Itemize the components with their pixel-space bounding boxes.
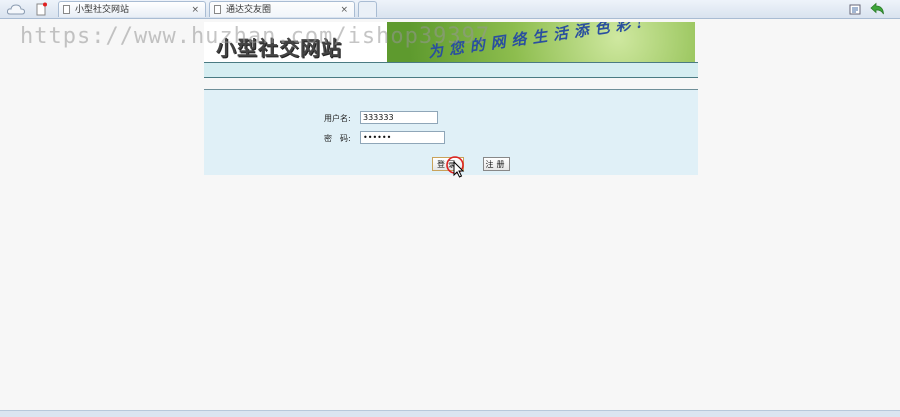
password-label: 密 码: [324,134,351,143]
document-icon [214,5,221,14]
new-tab-button[interactable] [358,1,377,17]
back-arrow-icon[interactable] [869,2,885,16]
cloud-home-icon[interactable] [6,2,26,16]
close-tab-button[interactable]: × [340,2,348,18]
tab-friend-circle[interactable]: 通达交友圈 × [209,1,355,17]
close-tab-button[interactable]: × [191,2,199,18]
tab-social-site[interactable]: 小型社交网站 × [58,1,206,17]
tab-title: 通达交友圈 [226,5,272,15]
register-button[interactable]: 注册 [483,157,510,171]
username-input[interactable] [360,111,438,124]
document-icon [63,5,70,14]
page-tools-icon[interactable] [848,2,862,16]
nav-strip [204,62,698,78]
watermark-text: https://www.huzhan.com/ishop39397 [20,24,491,49]
sidebar-icon[interactable] [34,2,48,16]
browser-tab-bar: 小型社交网站 × 通达交友圈 × [0,0,900,19]
password-input[interactable] [360,131,445,144]
username-label: 用户名: [324,114,351,123]
tab-title: 小型社交网站 [75,5,130,15]
mouse-cursor-icon [446,156,465,178]
